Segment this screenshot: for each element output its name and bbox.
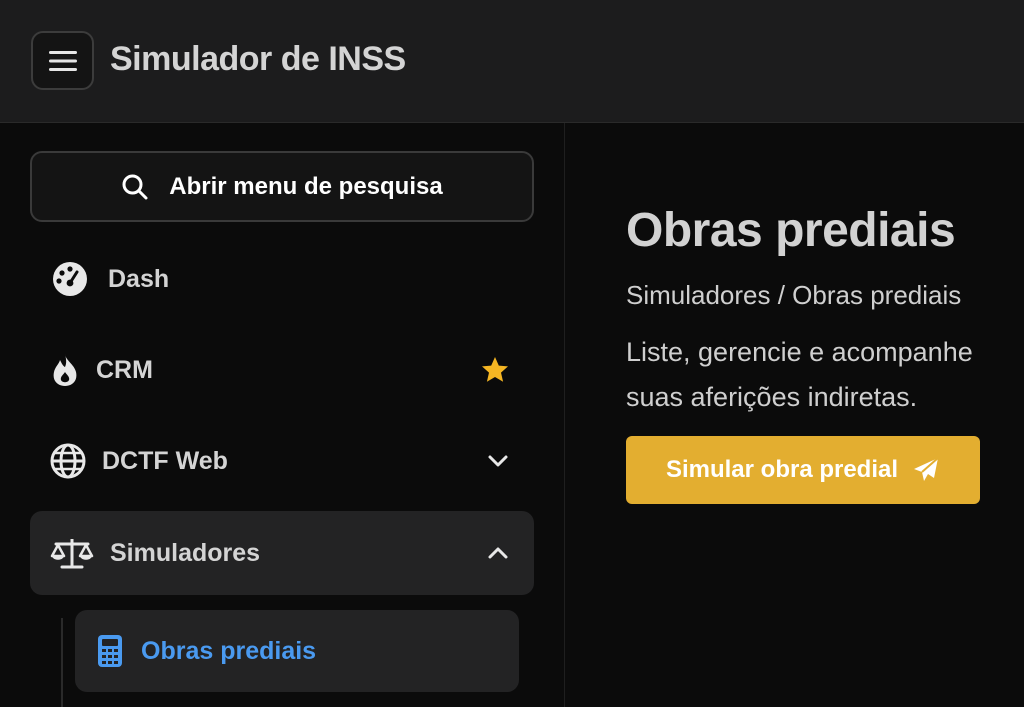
sidebar-item-dash[interactable]: Dash: [30, 237, 534, 321]
search-button-label: Abrir menu de pesquisa: [169, 172, 443, 200]
sidebar-item-label: CRM: [96, 355, 153, 384]
open-search-button[interactable]: Abrir menu de pesquisa: [30, 151, 534, 222]
dashboard-gauge-icon: [48, 261, 92, 297]
flame-icon: [50, 352, 80, 388]
simulate-button-label: Simular obra predial: [665, 456, 899, 483]
sidebar-item-label: Simuladores: [110, 538, 261, 567]
app-title: Simulador de INSS: [110, 40, 406, 78]
sidebar-subitem-label: Obras prediais: [141, 636, 317, 665]
page-description: Liste, gerencie e acompanhe suas aferiçõ…: [626, 337, 973, 412]
sidebar-item-crm[interactable]: CRM: [30, 328, 534, 412]
sidebar-item-label: Dash: [108, 264, 170, 293]
sidebar-item-label: DCTF Web: [102, 446, 228, 475]
scale-icon: [50, 536, 94, 570]
main-content: Obras prediais Simuladores / Obras predi…: [626, 200, 1006, 504]
top-bar: Simulador de INSS: [0, 0, 1024, 123]
page-title: Obras prediais: [626, 204, 956, 257]
menu-button[interactable]: [31, 31, 94, 90]
search-icon: [122, 174, 148, 199]
breadcrumb: Simuladores / Obras prediais: [626, 280, 962, 310]
chevron-up-icon[interactable]: [486, 511, 510, 595]
submenu-guide-line: [61, 618, 63, 707]
chevron-down-icon[interactable]: [486, 419, 510, 503]
hamburger-icon: [48, 50, 77, 71]
favorite-star-icon[interactable]: [480, 328, 510, 412]
sidebar-item-simuladores[interactable]: Simuladores: [30, 511, 534, 595]
calculator-icon: [97, 634, 123, 668]
globe-icon: [50, 443, 86, 479]
sidebar-item-dctf-web[interactable]: DCTF Web: [30, 419, 534, 503]
simulate-button[interactable]: Simular obra predial: [626, 436, 980, 504]
sidebar-subitem-obras-prediais[interactable]: Obras prediais: [75, 610, 519, 692]
paper-plane-icon: [914, 457, 939, 481]
sidebar: Abrir menu de pesquisa Dash CRM DCTF Web…: [0, 123, 565, 707]
